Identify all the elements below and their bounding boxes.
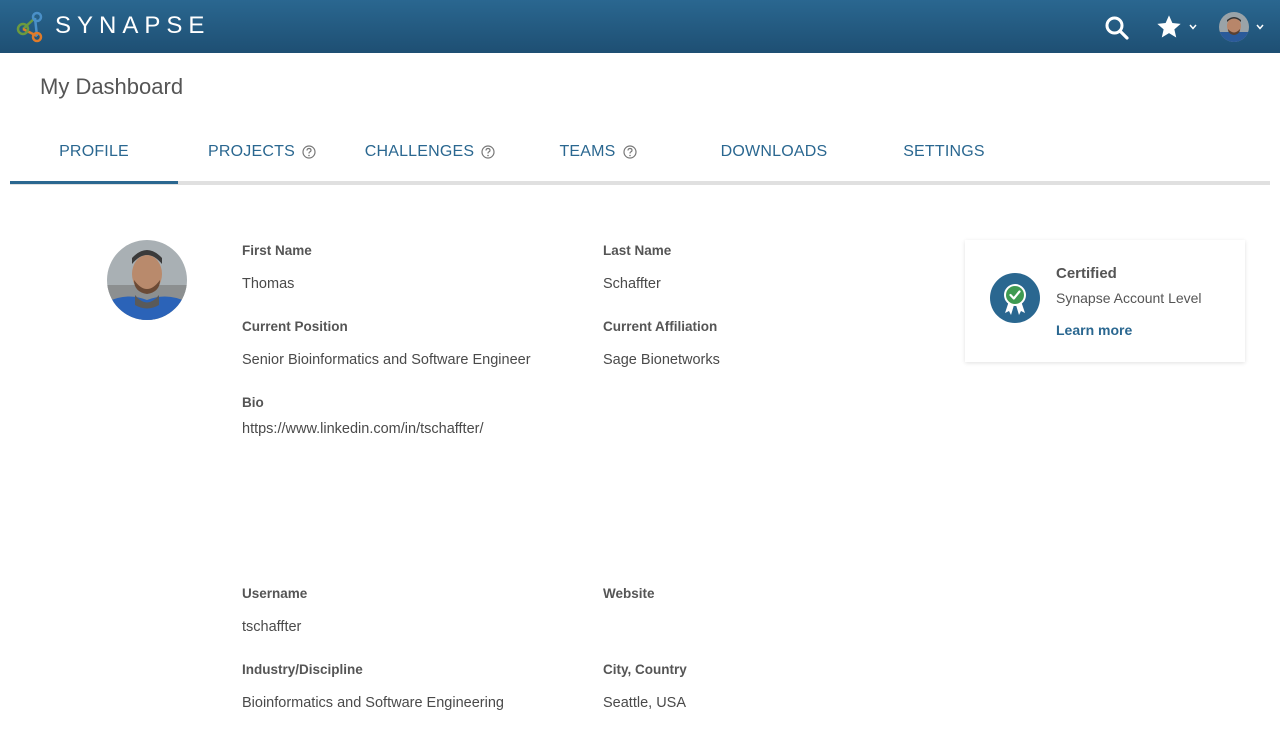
tab-label: PROFILE [59,143,129,160]
chevron-down-icon [1256,24,1264,30]
help-icon[interactable] [302,145,316,159]
first-name-label: First Name [242,243,312,258]
username-label: Username [242,586,308,601]
chevron-down-icon [1189,24,1197,30]
user-menu-button[interactable] [1219,12,1267,44]
synapse-logo-icon[interactable] [15,11,47,43]
page-title: My Dashboard [40,74,184,99]
industry-label: Industry/Discipline [242,662,363,677]
last-name-value: Schaffter [603,276,661,292]
tab-settings[interactable]: SETTINGS [866,120,1022,184]
tab-projects[interactable]: PROJECTS [178,120,346,184]
current-affiliation-label: Current Affiliation [603,319,718,334]
tab-downloads[interactable]: DOWNLOADS [682,120,866,184]
star-icon [1157,15,1181,38]
tab-label: PROJECTS [208,143,295,160]
location-value: Seattle, USA [603,695,687,711]
avatar [1219,12,1249,42]
current-position-label: Current Position [242,319,348,334]
tab-label: TEAMS [559,143,616,160]
tab-challenges[interactable]: CHALLENGES [346,120,514,184]
username-value: tschaffter [242,619,302,635]
industry-value: Bioinformatics and Software Engineering [242,695,504,711]
search-icon [1105,16,1129,40]
certification-subtitle: Synapse Account Level [1056,290,1202,306]
favorites-button[interactable] [1155,13,1201,41]
location-label: City, Country [603,662,687,677]
learn-more-link[interactable]: Learn more [1056,321,1132,339]
search-button[interactable] [1104,15,1130,41]
bio-value: https://www.linkedin.com/in/tschaffter/ [242,421,484,437]
first-name-value: Thomas [242,276,295,292]
tab-label: CHALLENGES [364,143,475,160]
tab-label: SETTINGS [903,143,985,160]
tab-profile[interactable]: PROFILE [10,120,178,184]
certification-title: Certified [1056,265,1117,282]
profile-photo [107,240,187,320]
current-affiliation-value: Sage Bionetworks [603,352,720,368]
top-navbar: SYNAPSE [0,0,1280,53]
help-icon[interactable] [481,145,495,159]
current-position-value: Senior Bioinformatics and Software Engin… [242,352,531,368]
help-icon[interactable] [622,145,637,159]
certification-card: Certified Synapse Account Level Learn mo… [965,240,1245,362]
certified-badge-icon [990,273,1040,323]
brand-name[interactable]: SYNAPSE [55,12,210,40]
last-name-label: Last Name [603,243,672,258]
dashboard-tabs: PROFILE PROJECTS CHALLENGES TEAMS DOWNLO… [10,120,1270,185]
website-label: Website [603,586,655,601]
tab-label: DOWNLOADS [720,143,828,160]
bio-label: Bio [242,395,264,410]
tab-teams[interactable]: TEAMS [514,120,682,184]
